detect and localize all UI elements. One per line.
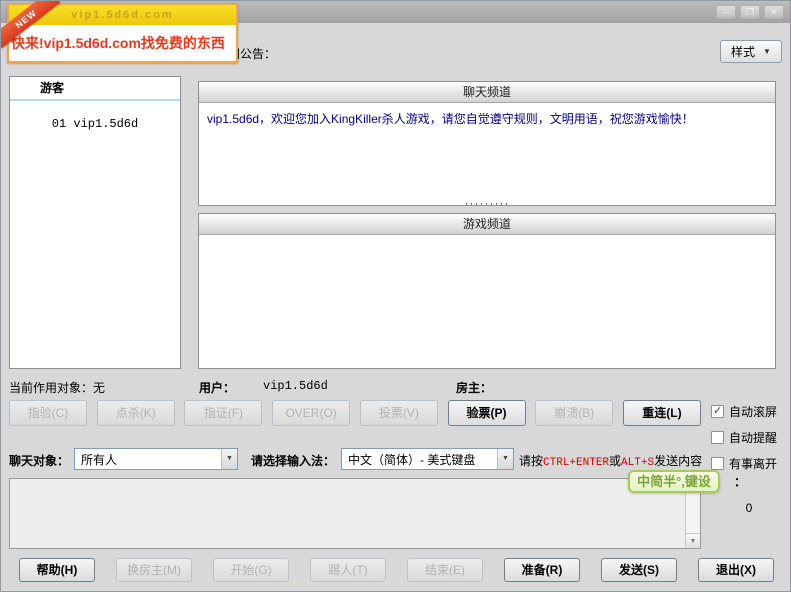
- ime-value: 中文（简体）- 美式键盘: [342, 451, 497, 468]
- scroll-down-button[interactable]: ▼: [686, 533, 700, 548]
- chat-channel-panel: 聊天频道 vip1.5d6d，欢迎您加入KingKiller杀人游戏，请您自觉遵…: [198, 81, 776, 206]
- option-auto-scroll[interactable]: 自动滚屏: [711, 401, 789, 421]
- close-button[interactable]: ✕: [764, 5, 784, 19]
- chat-target-select[interactable]: 所有人 ▼: [74, 448, 238, 470]
- hint-prefix: 请按: [519, 454, 543, 468]
- bottom-button-row: 帮助(H) 换房主(M) 开始(G) 踢人(T) 结束(E) 准备(R) 发送(…: [9, 558, 784, 584]
- user-list-panel: 游客 01 vip1.5d6d: [9, 76, 181, 369]
- action-button-zhiyan[interactable]: 指验(C): [9, 400, 87, 426]
- style-button[interactable]: 样式 ▼: [720, 40, 782, 63]
- window-controls: — ❐ ✕: [716, 5, 784, 19]
- auto-remind-label: 自动提醒: [729, 429, 777, 446]
- game-client-window: KillerClient-ba7ege-vip 版本 test3 — ❐ ✕ N…: [0, 0, 791, 592]
- chevron-down-icon[interactable]: ▼: [497, 449, 513, 469]
- action-button-reconnect[interactable]: 重连(L): [623, 400, 701, 426]
- char-counter-value: 0: [737, 501, 761, 515]
- current-target-label: 当前作用对象：无: [9, 379, 105, 396]
- send-button[interactable]: 发送(S): [601, 558, 677, 582]
- hint-key-ctrl-enter: CTRL+ENTER: [543, 457, 609, 469]
- ime-status-badge[interactable]: 中简半°,键设: [628, 470, 720, 493]
- auto-remind-checkbox[interactable]: [711, 431, 724, 444]
- action-button-row: 指验(C) 点杀(K) 指证(F) OVER(O) 投票(V) 验票(P) 崩溃…: [9, 400, 701, 427]
- hint-or: 或: [609, 454, 621, 468]
- user-list-header: 游客: [10, 77, 180, 101]
- action-button-zhizheng[interactable]: 指证(F): [184, 400, 262, 426]
- ready-button[interactable]: 准备(R): [504, 558, 580, 582]
- user-list-item[interactable]: 01 vip1.5d6d: [10, 117, 180, 131]
- auto-scroll-checkbox[interactable]: [711, 405, 724, 418]
- auto-scroll-label: 自动滚屏: [729, 403, 777, 420]
- user-label: 用户：: [199, 379, 235, 396]
- action-button-bengkui[interactable]: 崩溃(B): [535, 400, 613, 426]
- message-input[interactable]: ▼: [9, 478, 701, 549]
- away-checkbox[interactable]: [711, 457, 724, 470]
- ad-overlay[interactable]: NEW vip1.5d6d.com 快来!vip1.5d6d.com找免费的东西: [7, 3, 238, 63]
- chevron-down-icon[interactable]: ▼: [221, 449, 237, 469]
- start-button[interactable]: 开始(G): [213, 558, 289, 582]
- action-button-yanpiao[interactable]: 验票(P): [448, 400, 526, 426]
- splitter-handle[interactable]: ·········: [198, 198, 776, 208]
- hint-key-alt-s: ALT+S: [621, 457, 654, 469]
- help-button[interactable]: 帮助(H): [19, 558, 95, 582]
- action-button-toupiao[interactable]: 投票(V): [360, 400, 438, 426]
- ime-select[interactable]: 中文（简体）- 美式键盘 ▼: [341, 448, 514, 470]
- action-button-over[interactable]: OVER(O): [272, 400, 350, 426]
- game-channel-header: 游戏频道: [199, 214, 775, 235]
- kick-button[interactable]: 踢人(T): [310, 558, 386, 582]
- owner-label: 房主：: [456, 379, 492, 396]
- chat-message: vip1.5d6d，欢迎您加入KingKiller杀人游戏，请您自觉遵守规则，文…: [199, 103, 775, 135]
- ad-body-text: 快来!vip1.5d6d.com找免费的东西: [9, 25, 236, 61]
- chat-channel-header: 聊天频道: [199, 82, 775, 103]
- chat-target-label: 聊天对象：: [9, 452, 69, 469]
- user-value: vip1.5d6d: [263, 379, 328, 393]
- hint-suffix: 发送内容: [654, 454, 702, 468]
- chat-target-value: 所有人: [75, 451, 221, 468]
- counter-colon: ：: [734, 473, 746, 490]
- away-label: 有事离开: [729, 455, 777, 472]
- minimize-button[interactable]: —: [716, 5, 736, 19]
- style-button-label: 样式: [731, 43, 755, 60]
- chevron-down-icon: ▼: [763, 47, 771, 56]
- ime-select-label: 请选择输入法：: [251, 452, 335, 469]
- send-hint: 请按CTRL+ENTER或ALT+S发送内容: [519, 452, 702, 469]
- change-owner-button[interactable]: 换房主(M): [116, 558, 192, 582]
- game-channel-panel: 游戏频道: [198, 213, 776, 369]
- option-away[interactable]: 有事离开: [711, 453, 789, 473]
- end-button[interactable]: 结束(E): [407, 558, 483, 582]
- action-button-diansha[interactable]: 点杀(K): [97, 400, 175, 426]
- option-auto-remind[interactable]: 自动提醒: [711, 427, 789, 447]
- maximize-button[interactable]: ❐: [740, 5, 760, 19]
- options-column: 自动滚屏 自动提醒 有事离开: [711, 401, 789, 479]
- exit-button[interactable]: 退出(X): [698, 558, 774, 582]
